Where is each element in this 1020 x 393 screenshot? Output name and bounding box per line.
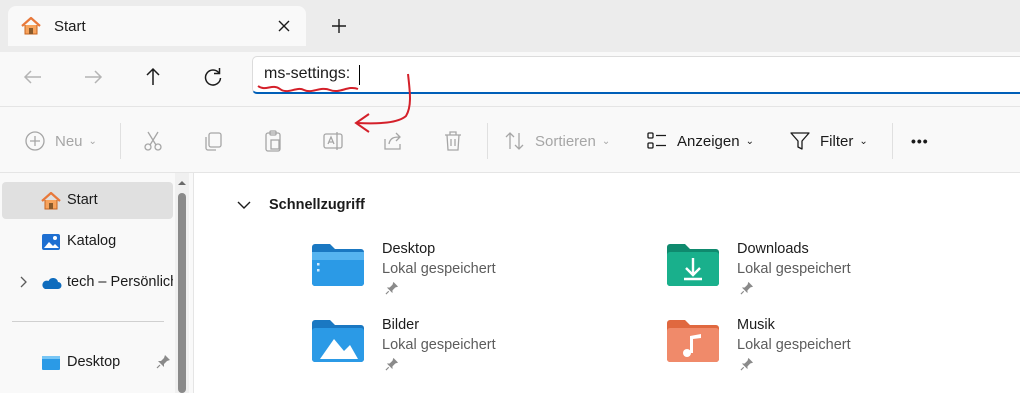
item-name: Bilder (382, 317, 420, 333)
quick-access-item[interactable]: Downloads Lokal gespeichert (665, 241, 965, 307)
divider (892, 123, 893, 159)
address-bar[interactable]: ms-settings: (252, 56, 1020, 94)
desktop-folder-icon (42, 356, 60, 370)
new-tab-icon[interactable] (329, 16, 349, 36)
sidebar-item-label: Start (67, 192, 98, 208)
refresh-icon[interactable] (200, 64, 226, 90)
pin-icon (740, 281, 754, 295)
item-status: Lokal gespeichert (382, 337, 496, 353)
item-name: Desktop (382, 241, 436, 257)
rename-icon[interactable] (321, 129, 345, 153)
view-icon (647, 132, 666, 149)
navigation-pane: Start Katalog tech – Persönlich Desktop (0, 173, 193, 393)
address-input[interactable]: ms-settings: (264, 65, 350, 83)
gallery-icon (42, 234, 60, 250)
chevron-down-icon (237, 201, 251, 209)
arrow-right-icon[interactable] (80, 64, 106, 90)
text-caret (359, 65, 360, 85)
close-icon[interactable] (276, 18, 292, 34)
arrow-left-icon[interactable] (20, 64, 46, 90)
downloads-folder-icon (667, 244, 719, 286)
more-icon: ••• (911, 133, 929, 149)
view-button[interactable]: Anzeigen ⌄ (646, 129, 754, 153)
pin-icon (385, 281, 399, 295)
pin-icon (740, 357, 754, 371)
sidebar-item-start[interactable]: Start (2, 182, 173, 219)
item-status: Lokal gespeichert (737, 261, 851, 277)
home-icon (21, 16, 41, 35)
chevron-down-icon: ⌄ (745, 135, 754, 147)
sidebar-item-label: tech – Persönlich (67, 274, 173, 290)
delete-icon[interactable] (441, 129, 465, 153)
sidebar-item-onedrive[interactable]: tech – Persönlich (2, 264, 173, 301)
section-header-quick-access[interactable]: Schnellzugriff (236, 195, 365, 215)
copy-icon[interactable] (201, 129, 225, 153)
navigation-bar: ms-settings: (0, 52, 1020, 106)
scroll-up-icon[interactable] (178, 179, 186, 187)
pictures-folder-icon (312, 320, 364, 362)
item-status: Lokal gespeichert (737, 337, 851, 353)
sort-icon (505, 132, 524, 150)
quick-access-item[interactable]: Musik Lokal gespeichert (665, 317, 965, 383)
item-status: Lokal gespeichert (382, 261, 496, 277)
sidebar-item-desktop[interactable]: Desktop (2, 344, 173, 381)
sidebar-item-label: Katalog (67, 233, 117, 249)
filter-label: Filter (820, 132, 854, 150)
chevron-down-icon: ⌄ (88, 135, 97, 147)
cut-icon[interactable] (141, 129, 165, 153)
paste-icon[interactable] (261, 129, 285, 153)
pin-icon (385, 357, 399, 371)
home-icon (41, 191, 61, 210)
pin-icon[interactable] (156, 354, 171, 369)
tab-label: Start (54, 18, 86, 35)
sort-button[interactable]: Sortieren ⌄ (504, 129, 610, 153)
item-name: Downloads (737, 241, 809, 257)
more-options-button[interactable]: ••• (911, 129, 929, 153)
section-title: Schnellzugriff (269, 197, 365, 213)
divider (487, 123, 488, 159)
new-label: Neu (55, 132, 83, 150)
chevron-down-icon: ⌄ (601, 135, 611, 147)
sidebar-item-catalog[interactable]: Katalog (2, 223, 173, 260)
new-button[interactable]: Neu ⌄ (24, 129, 97, 153)
command-bar: Neu ⌄ Sortieren ⌄ Anzeigen ⌄ Filter ⌄ ••… (0, 106, 1020, 173)
share-icon[interactable] (381, 129, 405, 153)
filter-button[interactable]: Filter ⌄ (789, 129, 868, 153)
quick-access-item[interactable]: Desktop Lokal gespeichert (310, 241, 610, 307)
scrollbar-thumb[interactable] (178, 193, 186, 393)
divider (12, 321, 164, 322)
filter-icon (790, 132, 810, 150)
content-pane: Schnellzugriff Desktop Lokal gespeichert… (193, 173, 1020, 393)
onedrive-cloud-icon (42, 277, 62, 289)
quick-access-item[interactable]: Bilder Lokal gespeichert (310, 317, 610, 383)
tab-bar: Start (0, 0, 1020, 52)
add-icon (25, 131, 45, 151)
arrow-up-icon[interactable] (140, 64, 166, 90)
sort-label: Sortieren (535, 132, 596, 150)
chevron-down-icon: ⌄ (859, 135, 868, 147)
divider (120, 123, 121, 159)
chevron-right-icon[interactable] (16, 275, 30, 289)
item-name: Musik (737, 317, 775, 333)
tab-start[interactable]: Start (8, 6, 306, 46)
view-label: Anzeigen (677, 132, 740, 150)
music-folder-icon (667, 320, 719, 362)
desktop-folder-icon (312, 244, 364, 286)
